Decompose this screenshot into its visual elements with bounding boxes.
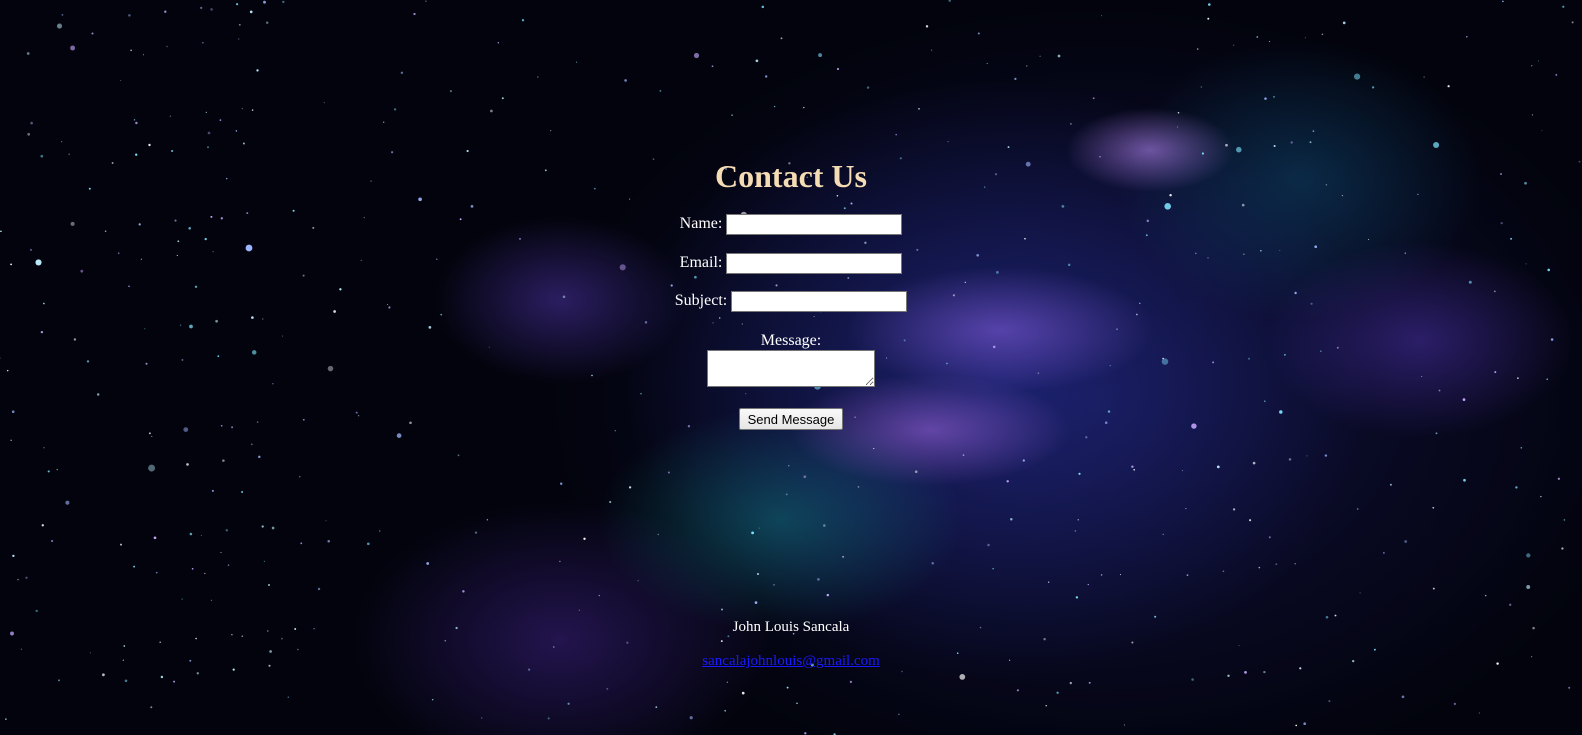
email-label: Email: [679,254,723,272]
message-label: Message: [760,332,822,349]
email-row: Email: [0,253,1582,274]
footer-author: John Louis Sancala [732,619,850,635]
subject-input[interactable] [731,291,908,312]
send-message-button[interactable]: Send Message [739,408,843,430]
page-title: Contact Us [715,158,867,194]
contact-page: Contact Us Name: Email: Subject: Message… [0,0,1582,735]
footer-email-row: sancalajohnlouis@gmail.com [0,653,1582,670]
message-textarea[interactable] [707,350,875,387]
footer-email-link[interactable]: sancalajohnlouis@gmail.com [702,653,880,669]
name-label: Name: [679,215,723,233]
name-row: Name: [0,214,1582,235]
name-input[interactable] [726,214,903,235]
email-input[interactable] [726,253,903,274]
subject-row: Subject: [0,291,1582,312]
message-label-row: Message: [0,332,1582,350]
subject-label: Subject: [674,292,728,310]
